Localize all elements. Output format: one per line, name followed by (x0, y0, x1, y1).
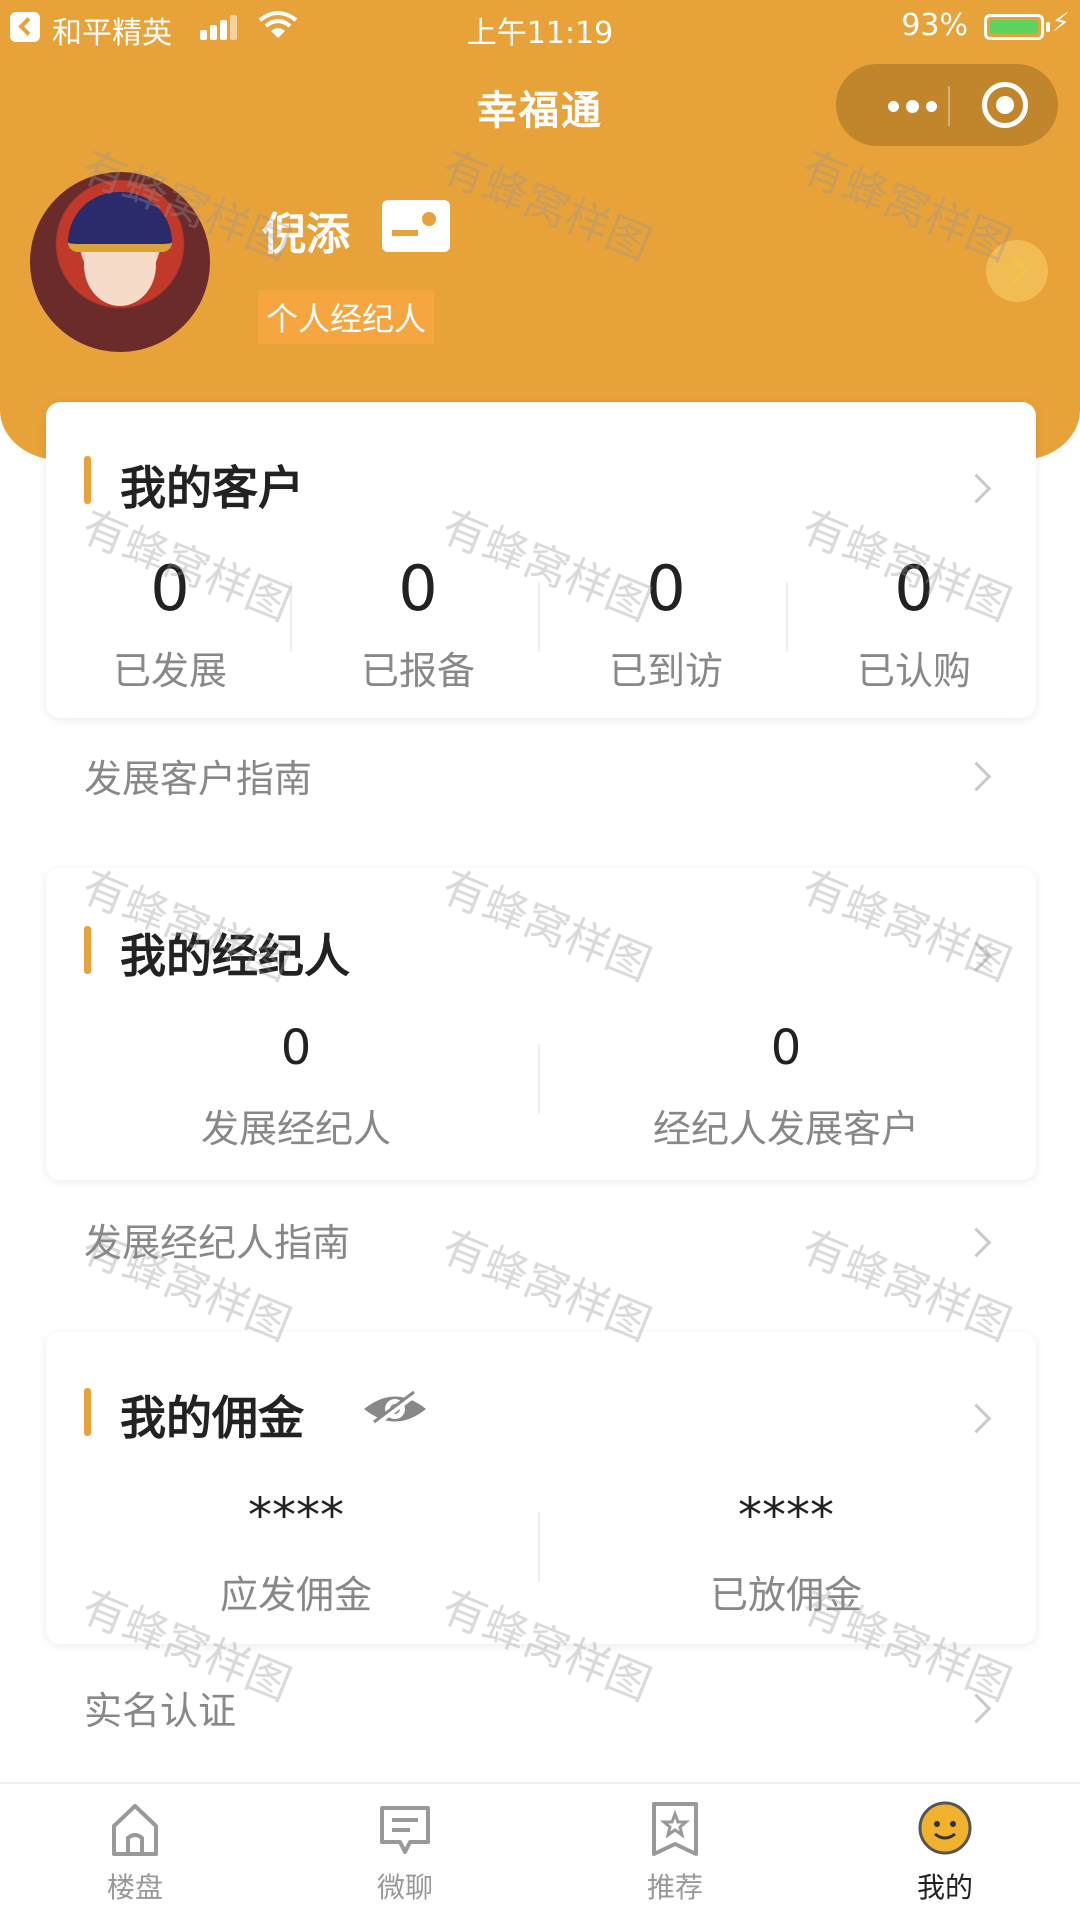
home-icon (112, 1804, 158, 1856)
tab-label: 我的 (916, 1871, 973, 1904)
stat-developed-agents-label[interactable]: 发展经纪人 (86, 1098, 506, 1153)
stat-developed-label[interactable]: 已发展 (56, 640, 284, 695)
customers-title: 我的客户 (120, 461, 304, 515)
tab-buildings[interactable]: 楼盘 (0, 1784, 270, 1922)
eye-hidden-icon[interactable] (362, 1390, 428, 1428)
customers-card[interactable]: 我的客户 0 已发展 0 已报备 0 已到访 0 已认购 (46, 402, 1036, 718)
battery-cap (1046, 22, 1050, 32)
stat-reported-value: 0 (398, 552, 438, 625)
section-accent-bar (84, 926, 91, 974)
charging-icon: ⚡ (1051, 8, 1070, 38)
battery-icon (984, 14, 1044, 40)
star-bookmark-icon (652, 1802, 698, 1856)
close-mini-program-icon[interactable] (982, 82, 1028, 128)
tab-label: 微聊 (376, 1871, 433, 1904)
commission-card[interactable]: 我的佣金 **** 应发佣金 **** 已放佣金 (46, 1332, 1036, 1644)
stat-agent-customers-value: 0 (770, 1020, 802, 1076)
agents-title: 我的经纪人 (120, 929, 350, 983)
status-bar: 和平精英 上午11:19 93% ⚡ (0, 0, 1080, 54)
agents-card[interactable]: 我的经纪人 0 发展经纪人 0 经纪人发展客户 (46, 868, 1036, 1180)
bottom-tab-bar: 楼盘 微聊 推荐 我的 (0, 1782, 1080, 1922)
chevron-right-icon[interactable] (961, 941, 992, 972)
capsule-divider (948, 86, 950, 126)
section-accent-bar (84, 1388, 91, 1436)
id-card-icon[interactable] (382, 200, 450, 252)
agent-guide-link[interactable]: 发展经纪人指南 (84, 1212, 350, 1267)
stat-payable-commission-label[interactable]: 应发佣金 (86, 1564, 506, 1619)
tab-mine[interactable]: 我的 (810, 1784, 1080, 1922)
stat-developed-value: 0 (150, 552, 190, 625)
stat-paid-commission-label[interactable]: 已放佣金 (576, 1564, 996, 1619)
battery-percent: 93% (901, 8, 968, 43)
stat-purchased-label[interactable]: 已认购 (800, 640, 1028, 695)
more-icon[interactable] (868, 64, 954, 146)
divider (538, 1044, 540, 1114)
real-name-verification-link[interactable]: 实名认证 (84, 1680, 236, 1735)
mini-program-capsule (836, 64, 1058, 146)
avatar-hat (68, 192, 172, 252)
avatar[interactable] (30, 172, 210, 352)
divider (290, 582, 292, 652)
stat-agent-customers-label[interactable]: 经纪人发展客户 (576, 1098, 996, 1153)
stat-visited-label[interactable]: 已到访 (552, 640, 780, 695)
tab-label: 推荐 (646, 1871, 703, 1904)
chevron-right-icon[interactable] (961, 761, 992, 792)
user-name: 倪添 (262, 209, 350, 260)
stat-payable-commission-value: **** (248, 1488, 344, 1544)
chevron-right-icon[interactable] (961, 473, 992, 504)
stat-purchased-value: 0 (894, 552, 934, 625)
role-badge: 个人经纪人 (258, 290, 435, 344)
chevron-right-icon[interactable] (961, 1693, 992, 1724)
chevron-right-icon[interactable] (961, 1403, 992, 1434)
divider (538, 1512, 540, 1582)
section-accent-bar (84, 456, 91, 504)
commission-title: 我的佣金 (120, 1391, 304, 1445)
stat-visited-value: 0 (646, 552, 686, 625)
tab-chat[interactable]: 微聊 (270, 1784, 540, 1922)
stat-reported-label[interactable]: 已报备 (304, 640, 532, 695)
stat-developed-agents-value: 0 (280, 1020, 312, 1076)
profile-arrow-icon[interactable] (986, 240, 1048, 302)
chat-icon (380, 1806, 430, 1854)
tab-recommend[interactable]: 推荐 (540, 1784, 810, 1922)
smiley-face-icon (918, 1801, 972, 1855)
customer-guide-link[interactable]: 发展客户指南 (84, 748, 312, 803)
divider (786, 582, 788, 652)
stat-paid-commission-value: **** (738, 1488, 834, 1544)
chevron-right-icon[interactable] (961, 1227, 992, 1258)
divider (538, 582, 540, 652)
tab-label: 楼盘 (106, 1871, 163, 1904)
